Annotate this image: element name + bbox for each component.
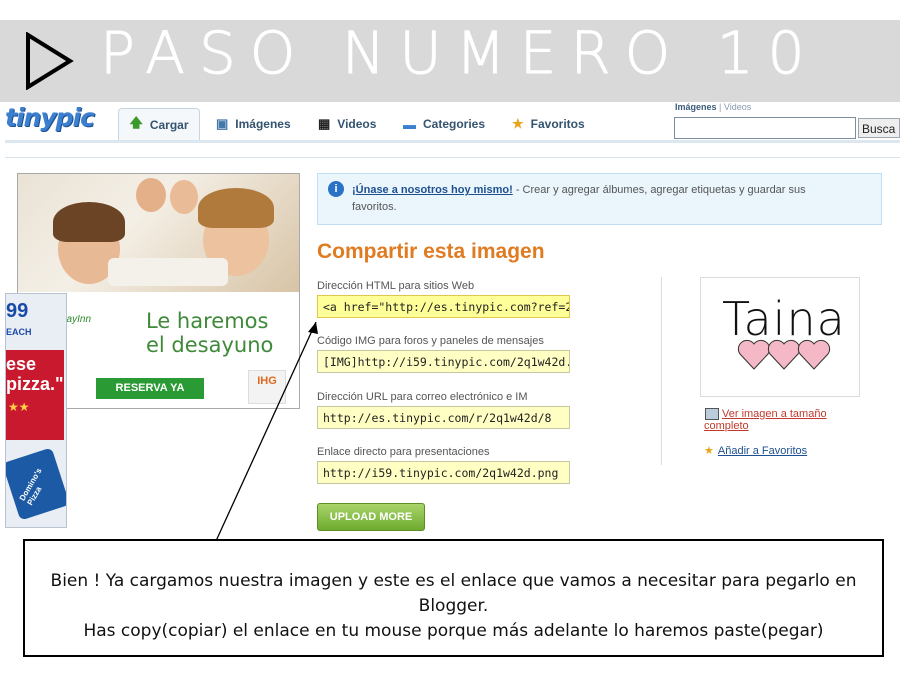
caption-text: Bien ! Ya cargamos nuestra imagen y este…: [25, 569, 882, 644]
search-button[interactable]: Busca: [858, 118, 900, 138]
ad-price: 99: [6, 300, 29, 322]
search-mode-separator: |: [719, 102, 722, 112]
caption-line2: Has copy(copiar) el enlace en tu mouse p…: [83, 621, 824, 641]
slide-title: PASO NUMERO 10: [100, 19, 819, 87]
ad-family-photo: [18, 174, 299, 292]
direct-link-label: Enlace directo para presentaciones: [317, 446, 490, 458]
tab-favoritos[interactable]: ★ Favoritos: [512, 108, 585, 140]
add-favorites-link[interactable]: ★ Añadir a Favoritos: [704, 444, 807, 457]
tab-label: Favoritos: [530, 117, 585, 131]
search-mode-images[interactable]: Imágenes: [675, 102, 717, 112]
ad-headline: Le haremos el desayuno: [146, 309, 274, 357]
ihg-logo: IHG: [248, 370, 286, 404]
img-code-field[interactable]: [IMG]http://i59.tinypic.com/2q1w42d.png: [317, 350, 570, 373]
tab-label: Cargar: [149, 118, 189, 132]
search-mode-videos[interactable]: Videos: [724, 102, 751, 112]
info-icon: i: [328, 181, 344, 197]
html-code-field[interactable]: <a href="http://es.tinypic.com?ref=2q1w: [317, 295, 570, 318]
tab-label: Categories: [423, 117, 486, 131]
search-mode-links: Imágenes | Videos: [675, 102, 751, 112]
tab-cargar[interactable]: 🡅 Cargar: [118, 108, 200, 141]
star-icon: ★: [704, 445, 714, 457]
tab-label: Imágenes: [235, 117, 291, 131]
view-full-size-label: Ver imagen a tamaño completo: [704, 408, 827, 432]
ad-line2: pizza.": [6, 374, 64, 394]
tab-videos[interactable]: ▦ Videos: [318, 108, 376, 140]
column-divider: [661, 277, 662, 465]
ad-stars: ★★: [8, 400, 30, 414]
heart-icon: [797, 339, 831, 370]
tinypic-logo[interactable]: tinypic: [5, 103, 95, 132]
folder-icon: ▬: [403, 116, 416, 132]
share-title: Compartir esta imagen: [317, 240, 545, 263]
tab-categories[interactable]: ▬ Categories: [403, 108, 485, 140]
play-icon: [26, 32, 74, 90]
star-icon: ★: [512, 116, 524, 131]
join-link[interactable]: ¡Únase a nosotros hoy mismo!: [352, 184, 513, 196]
upload-more-button[interactable]: UPLOAD MORE: [317, 503, 425, 531]
email-url-field[interactable]: http://es.tinypic.com/r/2q1w42d/8: [317, 406, 570, 429]
search-input[interactable]: [674, 117, 856, 139]
img-code-label: Código IMG para foros y paneles de mensa…: [317, 335, 544, 347]
tab-imagenes[interactable]: ▣ Imágenes: [216, 108, 291, 140]
caption-line1: Bien ! Ya cargamos nuestra imagen y este…: [50, 571, 857, 616]
view-full-size-link[interactable]: Ver imagen a tamaño completo: [704, 408, 854, 432]
direct-link-field[interactable]: http://i59.tinypic.com/2q1w42d.png: [317, 461, 570, 484]
film-icon: ▦: [318, 116, 331, 131]
html-code-label: Dirección HTML para sitios Web: [317, 280, 475, 292]
up-arrow-icon: 🡅: [129, 115, 143, 130]
email-url-label: Dirección URL para correo electrónico e …: [317, 391, 528, 403]
tab-label: Videos: [337, 117, 377, 131]
add-favorites-label: Añadir a Favoritos: [717, 445, 808, 457]
images-icon: ▣: [216, 116, 229, 131]
dominos-ad[interactable]: 99 EACH ese pizza." ★★ Domino's Pizza: [5, 293, 67, 528]
ad-line1: ese: [6, 354, 37, 374]
nav-divider: [5, 157, 900, 158]
info-text: ¡Únase a nosotros hoy mismo! - Crear y a…: [352, 182, 842, 216]
nav-divider: [5, 140, 900, 143]
ad-price-unit: EACH: [6, 327, 32, 337]
reserve-button[interactable]: RESERVA YA: [96, 378, 204, 399]
